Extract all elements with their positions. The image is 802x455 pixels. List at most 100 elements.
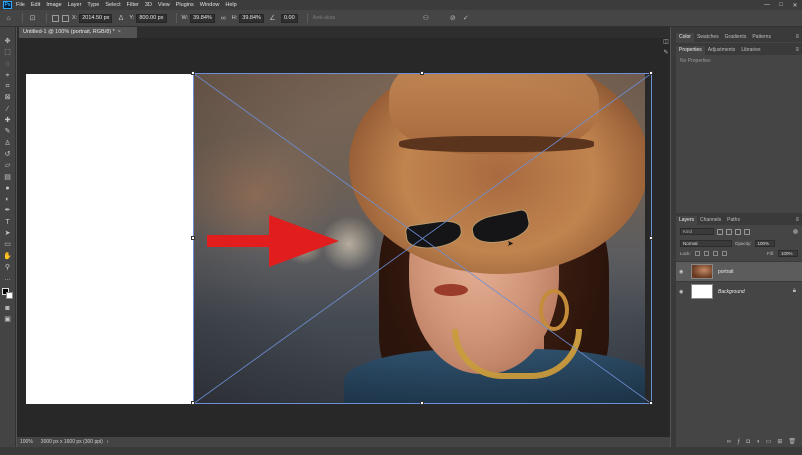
history-brush-icon[interactable]: ↺ (3, 150, 12, 159)
document-info[interactable]: 3000 px x 1600 px (300 ppi) (41, 439, 103, 445)
transform-tool-icon[interactable]: ⊡ (28, 14, 37, 23)
tab-color[interactable]: Color (676, 33, 694, 42)
background-color-swatch[interactable] (5, 291, 13, 299)
filter-adjustment-icon[interactable] (726, 228, 732, 235)
tab-layers[interactable]: Layers (676, 216, 698, 225)
crop-tool-icon[interactable]: ⌗ (3, 82, 12, 91)
clone-stamp-icon[interactable]: ♙ (3, 139, 12, 148)
brush-settings-icon[interactable]: ✎ (663, 49, 668, 56)
blend-mode-select[interactable]: Normal (680, 239, 732, 247)
status-menu-icon[interactable]: › (107, 439, 109, 445)
filter-type-icon[interactable] (735, 228, 741, 235)
transform-handle-bottom-right[interactable] (649, 401, 653, 405)
delta-icon[interactable]: Δ (116, 14, 125, 23)
reference-point-checkbox[interactable] (52, 14, 59, 22)
canvas-area[interactable]: ➤ (17, 38, 670, 437)
quick-mask-icon[interactable]: ◙ (3, 304, 12, 313)
document-tab[interactable]: Untitled-1 @ 100% (portrait, RGB/8) * × (19, 27, 137, 38)
anti-alias-label[interactable]: Anti-alias (313, 15, 336, 21)
menu-file[interactable]: File (16, 2, 25, 8)
layers-menu-icon[interactable]: ≡ (795, 216, 802, 225)
new-layer-icon[interactable]: ⊞ (777, 438, 782, 445)
lock-paint-icon[interactable] (703, 250, 709, 256)
marquee-tool-icon[interactable]: ⬚ (3, 48, 12, 57)
screen-mode-icon[interactable]: ▣ (3, 315, 12, 324)
menu-type[interactable]: Type (87, 2, 99, 8)
menu-filter[interactable]: Filter (127, 2, 139, 8)
tab-properties[interactable]: Properties (676, 46, 705, 55)
path-select-icon[interactable]: ➤ (3, 229, 12, 238)
tab-libraries[interactable]: Libraries (738, 46, 763, 55)
layer-style-icon[interactable]: ƒ (737, 439, 740, 445)
filter-shape-icon[interactable] (744, 228, 750, 235)
move-tool-icon[interactable]: ✥ (3, 37, 12, 46)
transform-handle-top-left[interactable] (191, 71, 195, 75)
lock-pixels-icon[interactable] (694, 250, 700, 256)
type-tool-icon[interactable]: T (3, 218, 12, 227)
menu-3d[interactable]: 3D (145, 2, 152, 8)
transform-handle-bottom-left[interactable] (191, 401, 195, 405)
close-window-button[interactable]: ✕ (788, 2, 802, 9)
layer-row-portrait[interactable]: ◉ portrait (676, 261, 802, 281)
minimize-button[interactable]: — (760, 2, 774, 8)
properties-menu-icon[interactable]: ≡ (795, 46, 802, 55)
link-layers-icon[interactable]: ∞ (727, 439, 731, 445)
brush-tool-icon[interactable]: ✎ (3, 127, 12, 136)
layer-row-background[interactable]: ◉ Background 🔒︎ (676, 281, 802, 301)
visibility-eye-icon[interactable]: ◉ (679, 269, 687, 275)
layer-name[interactable]: Background (718, 289, 745, 295)
fill-input[interactable]: 100% (778, 249, 798, 257)
menu-window[interactable]: Window (200, 2, 220, 8)
visibility-eye-icon[interactable]: ◉ (679, 289, 687, 295)
link-icon[interactable]: ∞ (219, 14, 228, 23)
width-input[interactable]: 39.84% (190, 13, 215, 23)
maximize-button[interactable]: □ (774, 2, 788, 8)
transform-handle-middle-left[interactable] (191, 236, 195, 240)
warp-icon[interactable]: ⚇ (421, 14, 430, 23)
delete-layer-icon[interactable]: 🗑︎ (788, 438, 796, 445)
more-tools-icon[interactable]: … (3, 274, 12, 283)
tab-patterns[interactable]: Patterns (749, 33, 774, 42)
lock-all-icon[interactable] (721, 250, 727, 256)
eyedropper-tool-icon[interactable]: ⁄ (3, 105, 12, 114)
zoom-level[interactable]: 100% (20, 439, 33, 445)
transform-handle-bottom-center[interactable] (420, 401, 424, 405)
transform-handle-middle-right[interactable] (649, 236, 653, 240)
rotate-angle-input[interactable]: 0.00 (280, 13, 298, 23)
transform-handle-top-right[interactable] (649, 71, 653, 75)
lasso-tool-icon[interactable]: ◌ (3, 60, 12, 69)
height-input[interactable]: 39.84% (239, 13, 264, 23)
cancel-transform-icon[interactable]: ⊘ (448, 14, 457, 23)
menu-edit[interactable]: Edit (31, 2, 40, 8)
lock-position-icon[interactable] (712, 250, 718, 256)
blur-tool-icon[interactable]: ● (3, 184, 12, 193)
y-position-input[interactable]: 800.00 px (136, 13, 167, 23)
tab-gradients[interactable]: Gradients (722, 33, 750, 42)
commit-transform-icon[interactable]: ✓ (461, 14, 470, 23)
history-panel-icon[interactable]: ◫ (663, 38, 669, 45)
pen-tool-icon[interactable]: ✒ (3, 206, 12, 215)
eraser-tool-icon[interactable]: ▱ (3, 161, 12, 170)
layer-name[interactable]: portrait (718, 269, 734, 275)
color-swatches[interactable] (1, 287, 14, 300)
layer-lock-icon[interactable]: 🔒︎ (793, 288, 796, 295)
new-group-icon[interactable]: ▭ (766, 438, 772, 445)
hand-tool-icon[interactable]: ✋ (3, 252, 12, 261)
gradient-tool-icon[interactable]: ▤ (3, 173, 12, 182)
menu-image[interactable]: Image (46, 2, 61, 8)
tab-channels[interactable]: Channels (697, 216, 724, 225)
filter-toggle-icon[interactable] (793, 229, 798, 234)
layer-filter-kind[interactable]: Kind (680, 228, 714, 235)
home-icon[interactable]: ⌂ (4, 14, 13, 23)
dodge-tool-icon[interactable]: ◐ (3, 195, 12, 204)
add-mask-icon[interactable]: ◘ (746, 439, 750, 445)
tab-adjustments[interactable]: Adjustments (705, 46, 739, 55)
close-document-icon[interactable]: × (118, 29, 121, 35)
menu-plugins[interactable]: Plugins (176, 2, 194, 8)
reference-point-grid-icon[interactable] (62, 14, 69, 22)
opacity-input[interactable]: 100% (754, 239, 775, 247)
menu-select[interactable]: Select (105, 2, 120, 8)
rectangle-tool-icon[interactable]: ▭ (3, 240, 12, 249)
healing-brush-icon[interactable]: ✚ (3, 116, 12, 125)
menu-view[interactable]: View (158, 2, 170, 8)
